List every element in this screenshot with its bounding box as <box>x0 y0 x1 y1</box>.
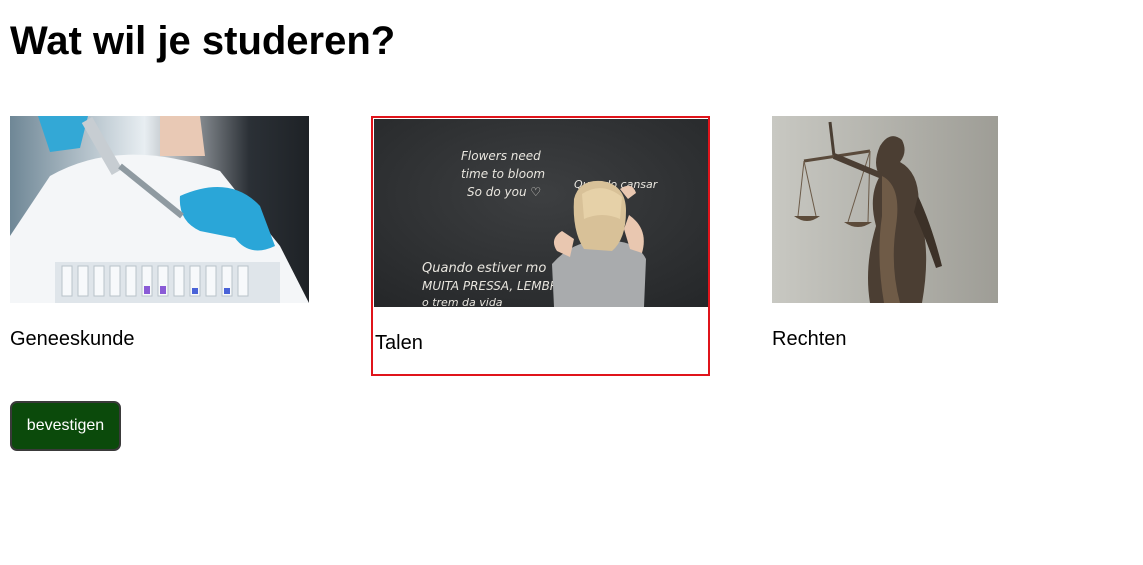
chalk-line-6: MUITA PRESSA, LEMBR <box>422 279 558 293</box>
lady-justice-image <box>772 116 998 303</box>
chalkboard-image: Flowers need time to bloom So do you ♡ Q… <box>374 119 708 307</box>
option-card-talen[interactable]: Flowers need time to bloom So do you ♡ Q… <box>371 116 710 376</box>
lab-pipette-image <box>10 116 309 303</box>
option-card-geneeskunde[interactable]: Geneeskunde <box>10 116 309 356</box>
chalk-line-2: time to bloom <box>461 167 545 181</box>
chalk-line-3: So do you ♡ <box>467 185 541 199</box>
page-title: Wat wil je studeren? <box>10 19 396 63</box>
option-label: Talen <box>375 332 423 354</box>
chalk-line-5: Quando estiver mo <box>422 261 546 276</box>
option-card-rechten[interactable]: Rechten <box>772 116 998 356</box>
chalk-line-7: o trem da vida <box>422 296 503 307</box>
option-label: Rechten <box>772 328 847 350</box>
chalk-line-1: Flowers need <box>461 149 541 163</box>
option-label: Geneeskunde <box>10 328 135 350</box>
confirm-button[interactable]: bevestigen <box>10 401 121 451</box>
